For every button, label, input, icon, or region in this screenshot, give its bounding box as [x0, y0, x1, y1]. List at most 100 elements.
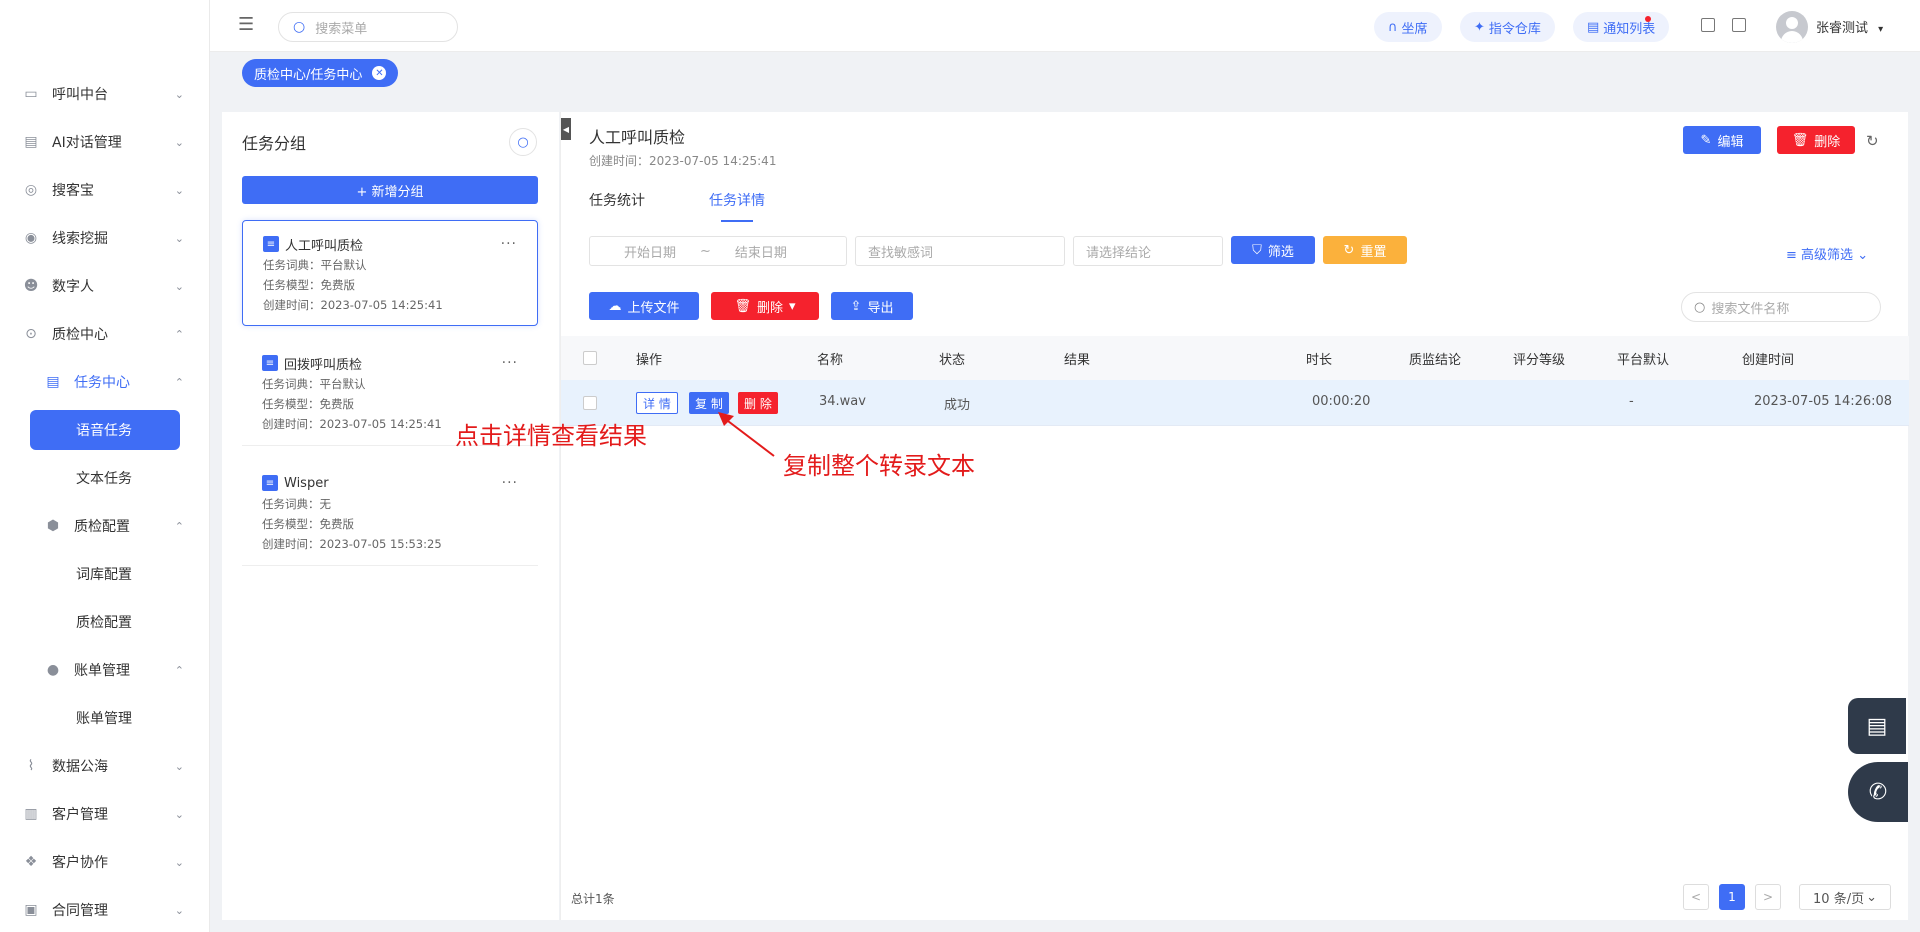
document-icon: ≡ [262, 355, 278, 371]
upload-label: 上传文件 [627, 300, 680, 316]
chevron-down-icon: ⌄ [1866, 889, 1877, 905]
seat-button[interactable]: ∩ 坐席 [1374, 12, 1442, 42]
more-icon[interactable]: ··· [501, 236, 517, 252]
reset-button[interactable]: ↻ 重置 [1323, 236, 1407, 264]
sidebar-item-voice-task[interactable]: 语音任务 [30, 410, 180, 450]
sidebar-item-lead-mining[interactable]: ◉ 线索挖掘 ⌄ [0, 214, 210, 262]
total-count: 总计1条 [571, 892, 615, 906]
sidebar-item-qc-config[interactable]: ⬢ 质检配置 ⌃ [0, 502, 210, 550]
command-repo-label: 指令仓库 [1488, 21, 1541, 37]
notifications-button[interactable]: ▤ 通知列表 [1573, 12, 1670, 42]
notice-icon: ▤ [1587, 19, 1600, 35]
tag-quality-task-center[interactable]: 质检中心/任务中心 ✕ [242, 59, 399, 87]
command-repo-button[interactable]: ✦ 指令仓库 [1460, 12, 1555, 42]
delete-label: 删除 [1814, 134, 1841, 150]
group-card-wisper[interactable]: ≡ Wisper ··· 任务词典：无 任务模型：免费版 创建时间：2023-0… [242, 460, 538, 566]
sidebar-item-text-task[interactable]: 文本任务 [0, 454, 210, 502]
sensitive-word-input[interactable]: 查找敏感词 [855, 236, 1065, 266]
export-button[interactable]: ⇪ 导出 [831, 292, 913, 320]
sidebar-item-ai-dialog[interactable]: ▤ AI对话管理 ⌄ [0, 118, 210, 166]
filter-button[interactable]: ⛉ 筛选 [1231, 236, 1315, 264]
page-size-label: 10 条/页 [1813, 891, 1865, 907]
date-separator: ~ [700, 243, 711, 259]
sidebar-item-search-customer[interactable]: ◎ 搜客宝 ⌄ [0, 166, 210, 214]
menu-search-input[interactable]: ○ 搜索菜单 [278, 12, 458, 42]
sidebar-item-billing[interactable]: ● 账单管理 ⌃ [0, 646, 210, 694]
add-group-button[interactable]: + 新增分组 [242, 176, 538, 204]
reset-icon: ↻ [1343, 242, 1355, 258]
more-icon[interactable]: ··· [502, 475, 518, 491]
date-range-picker[interactable]: 开始日期 ~ 结束日期 [589, 236, 847, 266]
user-menu[interactable]: 张睿测试 ▾ [1816, 17, 1883, 36]
edit-label: 编辑 [1717, 134, 1744, 150]
group-card-manual-call[interactable]: ≡ 人工呼叫质检 ··· 任务词典：平台默认 任务模型：免费版 创建时间：202… [242, 220, 538, 326]
sidebar-item-label: 搜客宝 [52, 183, 94, 199]
page-size-select[interactable]: 10 条/页 ⌄ [1799, 884, 1891, 910]
sidebar-item-quality-center[interactable]: ⊙ 质检中心 ⌃ [0, 310, 210, 358]
chat-widget-button[interactable]: ▤ [1848, 698, 1906, 754]
document-icon: ≡ [262, 475, 278, 491]
sidebar-item-contract-mgmt[interactable]: ▣ 合同管理 ⌄ [0, 886, 210, 932]
batch-delete-button[interactable]: 🗑 删除 ▾ [711, 292, 819, 320]
close-icon[interactable]: ✕ [372, 66, 387, 80]
search-icon: ○ [293, 19, 306, 35]
sidebar-item-call-center[interactable]: ▭ 呼叫中台 ⌄ [0, 70, 210, 118]
page-1-button[interactable]: 1 [1719, 884, 1745, 910]
customer-icon: ▥ [24, 806, 38, 822]
next-page-button[interactable]: > [1755, 884, 1781, 910]
target-icon: ◉ [24, 230, 38, 246]
chevron-down-icon: ⌄ [174, 807, 184, 821]
sidebar-item-customer-mgmt[interactable]: ▥ 客户管理 ⌄ [0, 790, 210, 838]
phone-widget-button[interactable]: ✆ [1848, 762, 1908, 822]
sidebar-item-label: 客户管理 [52, 807, 108, 823]
sidebar-item-digital-human[interactable]: ☻ 数字人 ⌄ [0, 262, 210, 310]
more-icon[interactable]: ··· [502, 355, 518, 371]
edit-button[interactable]: ✎ 编辑 [1683, 126, 1761, 154]
sidebar-item-task-center[interactable]: ▤ 任务中心 ⌃ [0, 358, 210, 406]
sidebar-item-data-pool[interactable]: ⌇ 数据公海 ⌄ [0, 742, 210, 790]
sidebar-item-qc-config-leaf[interactable]: 质检配置 [0, 598, 210, 646]
tab-task-statistics[interactable]: 任务统计 [589, 190, 645, 222]
seat-label: 坐席 [1401, 21, 1428, 37]
window-icon[interactable] [1701, 18, 1715, 32]
sidebar-item-label: 任务中心 [74, 375, 130, 391]
delete-task-button[interactable]: 🗑 删除 [1777, 126, 1855, 154]
file-name: 34.wav [819, 394, 866, 409]
upload-file-button[interactable]: ☁ 上传文件 [589, 292, 699, 320]
chevron-up-icon: ⌃ [174, 663, 184, 677]
upload-cloud-icon: ☁ [608, 298, 622, 314]
fullscreen-icon[interactable] [1732, 18, 1746, 32]
conclusion-select[interactable]: 请选择结论 [1073, 236, 1223, 266]
menu-search-placeholder: 搜索菜单 [315, 21, 368, 37]
detail-button[interactable]: 详 情 [636, 392, 678, 414]
tab-task-details[interactable]: 任务详情 [709, 190, 765, 222]
document-icon: ≡ [263, 236, 279, 252]
annotation-copy-hint: 复制整个转录文本 [783, 452, 975, 480]
file-status: 成功 [944, 398, 971, 413]
prev-page-button[interactable]: < [1683, 884, 1709, 910]
group-name: 人工呼叫质检 [285, 238, 364, 254]
sidebar-item-billing-leaf[interactable]: 账单管理 [0, 694, 210, 742]
search-icon[interactable]: ○ [509, 128, 537, 156]
export-icon: ⇪ [850, 298, 862, 314]
group-panel-title: 任务分组 [242, 134, 307, 153]
row-checkbox[interactable] [583, 396, 597, 410]
chevron-down-icon: ⌄ [174, 759, 184, 773]
file-search-input[interactable]: ○ 搜索文件名称 [1681, 292, 1881, 322]
header-platform-default: 平台默认 [1617, 353, 1670, 368]
sidebar-item-dict-config[interactable]: 词库配置 [0, 550, 210, 598]
contract-icon: ▣ [24, 902, 38, 918]
collapse-panel-icon[interactable]: ◀ [561, 118, 571, 140]
refresh-icon[interactable]: ↻ [1866, 132, 1879, 150]
sidebar-item-customer-collab[interactable]: ❖ 客户协作 ⌄ [0, 838, 210, 886]
pin-icon: ✦ [1474, 19, 1485, 35]
advanced-filter-button[interactable]: ≡ 高级筛选 ⌄ [1786, 244, 1868, 263]
chart-icon: ⌇ [27, 758, 35, 774]
group-created: 创建时间：2023-07-05 15:53:25 [262, 537, 442, 551]
file-created-time: 2023-07-05 14:26:08 [1754, 394, 1893, 409]
menu-toggle-icon[interactable]: ☰ [238, 16, 256, 34]
monitor-icon: ▭ [24, 86, 38, 102]
group-model: 任务模型：免费版 [262, 397, 354, 411]
select-all-checkbox[interactable] [583, 351, 597, 365]
avatar[interactable] [1776, 11, 1808, 43]
